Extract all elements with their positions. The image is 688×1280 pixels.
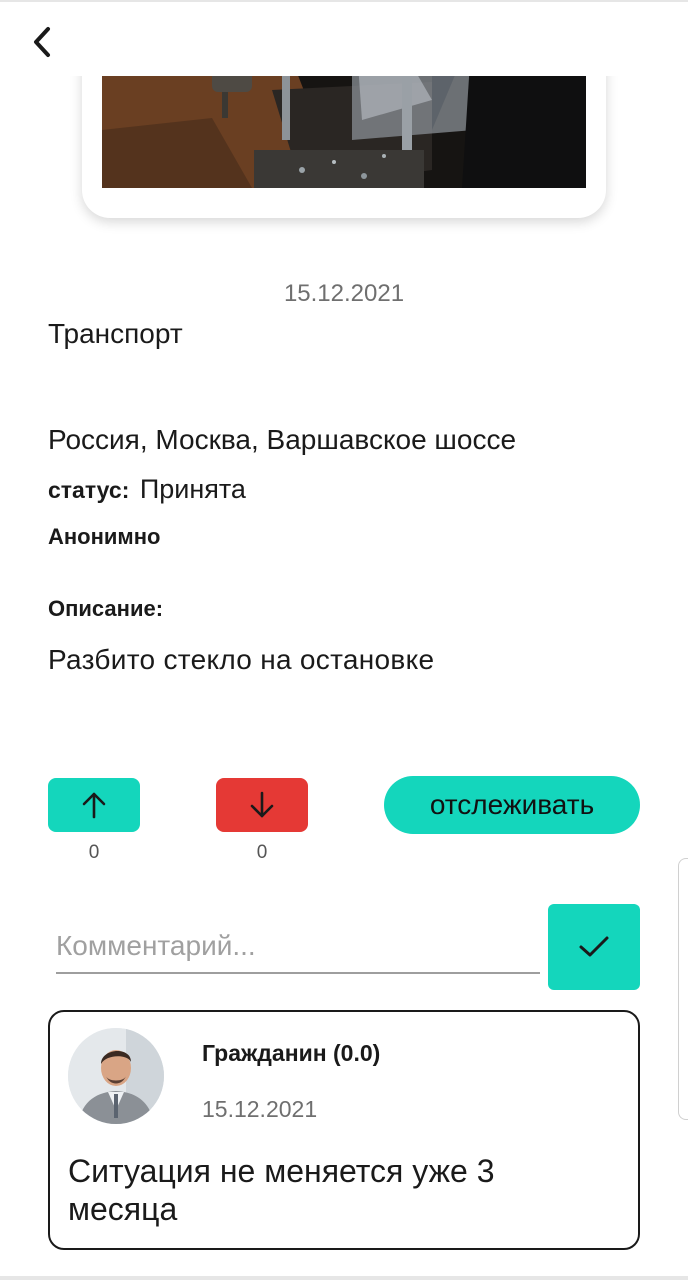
arrow-up-icon <box>82 792 106 819</box>
bottom-divider <box>0 1276 688 1280</box>
chevron-left-icon <box>34 27 50 57</box>
report-date: 15.12.2021 <box>283 280 405 307</box>
downvote-button[interactable] <box>216 778 308 832</box>
arrow-down-icon <box>250 791 274 818</box>
comment-card: Гражданин (0.0) 15.12.2021 Ситуация не м… <box>48 1010 640 1250</box>
scrollbar[interactable] <box>678 858 688 1120</box>
status-value: Принята <box>139 474 246 504</box>
downvote-count: 0 <box>256 842 268 863</box>
avatar <box>68 1028 164 1124</box>
report-category: Транспорт <box>48 318 183 349</box>
back-button[interactable] <box>22 22 62 62</box>
comment-author: Гражданин (0.0) <box>202 1040 381 1066</box>
submit-comment-button[interactable] <box>548 904 640 990</box>
track-button[interactable]: отслеживать <box>384 776 640 834</box>
description-label: Описание: <box>48 596 164 621</box>
status-row: статус: Принята <box>48 474 246 505</box>
description-text: Разбито стекло на остановке <box>48 644 435 675</box>
upvote-button[interactable] <box>48 778 140 832</box>
upvote-count: 0 <box>88 842 100 863</box>
report-address: Россия, Москва, Варшавское шоссе <box>48 424 517 455</box>
comment-date: 15.12.2021 <box>202 1096 318 1122</box>
comment-input[interactable] <box>56 924 540 974</box>
comment-text: Ситуация не меняется уже 3 месяца <box>68 1153 495 1227</box>
top-bar <box>0 0 688 76</box>
anonymous-label: Анонимно <box>48 524 161 549</box>
check-icon <box>579 936 609 957</box>
status-label: статус: <box>48 477 130 503</box>
